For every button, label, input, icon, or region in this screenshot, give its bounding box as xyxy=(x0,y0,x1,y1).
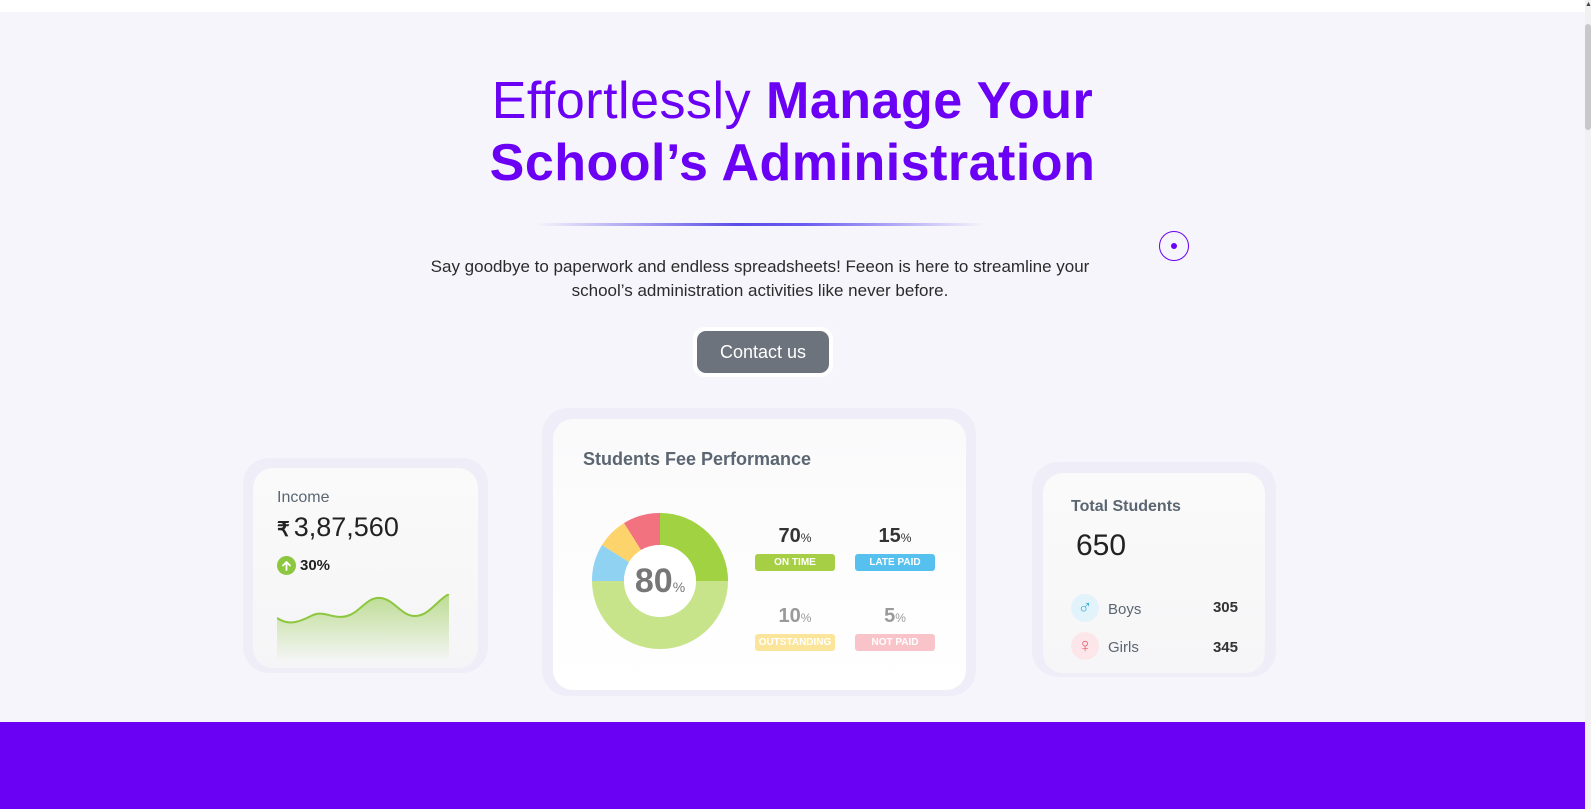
stat-unit: % xyxy=(800,611,812,625)
stat-value: 5% xyxy=(855,605,935,628)
income-sparkline xyxy=(277,594,450,662)
headline-bold-2: School’s Administration xyxy=(489,134,1096,192)
boys-count: 305 xyxy=(1212,599,1238,616)
stat-value: 15% xyxy=(855,525,935,548)
stat-value: 70% xyxy=(755,525,835,548)
stat-unit: % xyxy=(800,531,812,545)
total-students-label: Total Students xyxy=(1071,498,1181,515)
scroll-up-icon[interactable]: ▲ xyxy=(1585,0,1591,10)
female-icon: ♀ xyxy=(1071,632,1099,660)
donut-unit: % xyxy=(672,579,686,595)
stat-on-time: 70% ON TIME xyxy=(755,525,835,571)
stat-tag: LATE PAID xyxy=(855,554,935,571)
subtitle-line-2: school’s administration activities like … xyxy=(571,281,949,300)
stat-outstanding: 10% OUTSTANDING xyxy=(755,605,835,651)
stat-tag: OUTSTANDING xyxy=(755,634,835,651)
page-scrollbar[interactable]: ▲ xyxy=(1585,0,1591,809)
purple-section xyxy=(0,722,1585,809)
headline-divider xyxy=(536,223,984,226)
fee-card-title: Students Fee Performance xyxy=(583,449,812,469)
hero-headline: Effortlessly Manage Your School’s Admini… xyxy=(0,70,1585,194)
scrollbar-thumb[interactable] xyxy=(1585,24,1591,130)
subtitle-line-1: Say goodbye to paperwork and endless spr… xyxy=(430,257,1090,276)
stat-number: 5 xyxy=(884,605,896,627)
income-value: ₹3,87,560 xyxy=(277,512,399,543)
total-students-value: 650 xyxy=(1076,529,1127,562)
cursor-dot xyxy=(1171,243,1177,249)
stat-unit: % xyxy=(895,611,906,625)
male-icon: ♂ xyxy=(1071,594,1099,622)
contact-button-wrap: Contact us xyxy=(693,327,833,377)
stat-not-paid: 5% NOT PAID xyxy=(855,605,935,651)
landing-page: Effortlessly Manage Your School’s Admini… xyxy=(0,0,1591,809)
stat-unit: % xyxy=(900,531,912,545)
stat-tag: NOT PAID xyxy=(855,634,935,651)
arrow-up-icon xyxy=(277,556,296,575)
stat-number: 15 xyxy=(878,525,901,547)
headline-light: Effortlessly xyxy=(491,72,752,130)
top-bar xyxy=(0,0,1585,12)
boys-label: Boys xyxy=(1108,601,1142,618)
stat-number: 70 xyxy=(778,525,801,547)
income-change: 30% xyxy=(300,557,331,574)
hero-subtitle: Say goodbye to paperwork and endless spr… xyxy=(405,255,1115,303)
stat-late-paid: 15% LATE PAID xyxy=(855,525,935,571)
income-label: Income xyxy=(277,489,330,506)
stat-number: 10 xyxy=(778,605,801,627)
girls-count: 345 xyxy=(1212,639,1238,656)
donut-value: 80 xyxy=(634,562,673,600)
donut-center-value: 80% xyxy=(620,562,700,601)
rupee-symbol: ₹ xyxy=(277,519,290,541)
stat-value: 10% xyxy=(755,605,835,628)
girls-label: Girls xyxy=(1108,639,1139,656)
stat-tag: ON TIME xyxy=(755,554,835,571)
headline-bold-1: Manage Your xyxy=(766,72,1094,130)
contact-us-button[interactable]: Contact us xyxy=(697,331,829,373)
income-amount: 3,87,560 xyxy=(293,512,399,542)
